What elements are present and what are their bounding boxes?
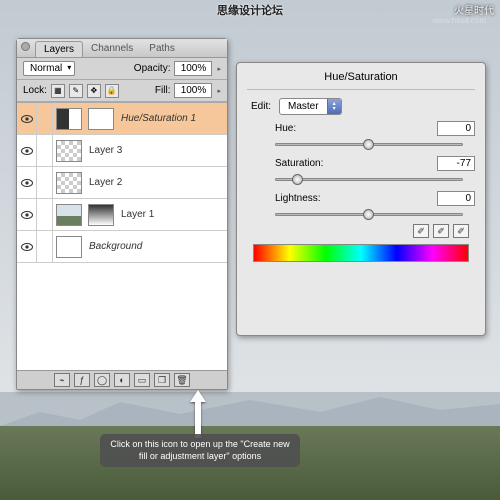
opacity-value[interactable]: 100% [174,61,212,76]
layer-thumb[interactable] [56,140,82,162]
visibility-icon[interactable] [17,135,37,166]
lock-all-icon[interactable]: 🔒 [105,84,119,98]
blend-mode-select[interactable]: Normal [23,61,75,76]
watermark-site: www.hxsd.com [433,16,486,25]
link-cell[interactable] [37,231,53,262]
hue-label: Hue: [275,123,337,134]
layers-list: Hue/Saturation 1 Layer 3 Layer 2 Layer 1… [17,102,227,370]
lock-move-icon[interactable]: ✥ [87,84,101,98]
layer-name[interactable]: Hue/Saturation 1 [121,113,196,124]
lightness-slider[interactable] [275,208,463,220]
visibility-icon[interactable] [17,199,37,230]
hue-value[interactable]: 0 [437,121,475,136]
watermark-forum: 思缘设计论坛 [217,2,283,18]
lock-label: Lock: [23,85,47,96]
eyedropper-add-icon[interactable]: ✐ [433,224,449,238]
layer-row[interactable]: Layer 2 [17,167,227,199]
new-layer-icon[interactable]: ❐ [154,373,170,387]
layers-footer: ⌁ ƒ ◯ ◐ ▭ ❐ 🗑 [17,370,227,389]
eyedropper-icon[interactable]: ✐ [413,224,429,238]
visibility-icon[interactable] [17,231,37,262]
mask-thumb[interactable] [88,108,114,130]
layer-thumb[interactable] [56,204,82,226]
visibility-icon[interactable] [17,167,37,198]
link-cell[interactable] [37,135,53,166]
link-cell[interactable] [37,167,53,198]
edit-select[interactable]: Master [279,98,342,115]
hue-slider[interactable] [275,138,463,150]
spectrum-bar[interactable] [253,244,469,262]
edit-label: Edit: [251,101,271,112]
adjustment-thumb[interactable] [56,108,82,130]
eyedropper-subtract-icon[interactable]: ✐ [453,224,469,238]
chevron-icon[interactable]: ▸ [217,65,221,73]
tab-channels[interactable]: Channels [83,41,141,57]
layer-row[interactable]: Layer 3 [17,135,227,167]
lightness-value[interactable]: 0 [437,191,475,206]
fill-label: Fill: [155,85,171,96]
close-icon[interactable] [21,42,30,51]
tab-paths[interactable]: Paths [141,41,183,57]
lock-paint-icon[interactable]: ✎ [69,84,83,98]
layer-thumb[interactable] [56,172,82,194]
layer-row[interactable]: Background [17,231,227,263]
layer-thumb[interactable] [56,236,82,258]
saturation-slider[interactable] [275,173,463,185]
layer-row[interactable]: Hue/Saturation 1 [17,103,227,135]
panel-tabs: Layers Channels Paths [17,39,227,58]
trash-icon[interactable]: 🗑 [174,373,190,387]
hue-saturation-dialog: Hue/Saturation Edit: Master Hue: 0 Satura… [236,62,486,336]
fx-icon[interactable]: ƒ [74,373,90,387]
saturation-value[interactable]: -77 [437,156,475,171]
layer-name[interactable]: Background [89,241,142,252]
annotation-tooltip: Click on this icon to open up the "Creat… [100,434,300,467]
mask-icon[interactable]: ◯ [94,373,110,387]
lock-row: Lock: ▦ ✎ ✥ 🔒 Fill: 100% ▸ [17,80,227,102]
layers-panel: Layers Channels Paths Normal Opacity: 10… [16,38,228,390]
link-cell[interactable] [37,103,53,134]
link-cell[interactable] [37,199,53,230]
layer-name[interactable]: Layer 2 [89,177,122,188]
dialog-title: Hue/Saturation [247,69,475,90]
lock-transparent-icon[interactable]: ▦ [51,84,65,98]
watermark-brand: 火星时代 [454,2,494,17]
layer-name[interactable]: Layer 1 [121,209,154,220]
adjustment-layer-icon[interactable]: ◐ [114,373,130,387]
chevron-icon[interactable]: ▸ [217,87,221,95]
tab-layers[interactable]: Layers [35,41,83,57]
layer-name[interactable]: Layer 3 [89,145,122,156]
visibility-icon[interactable] [17,103,37,134]
mask-thumb[interactable] [88,204,114,226]
fill-value[interactable]: 100% [174,83,212,98]
blend-row: Normal Opacity: 100% ▸ [17,58,227,80]
saturation-label: Saturation: [275,158,337,169]
group-icon[interactable]: ▭ [134,373,150,387]
layer-row[interactable]: Layer 1 [17,199,227,231]
opacity-label: Opacity: [134,63,171,74]
link-icon[interactable]: ⌁ [54,373,70,387]
lightness-label: Lightness: [275,193,337,204]
